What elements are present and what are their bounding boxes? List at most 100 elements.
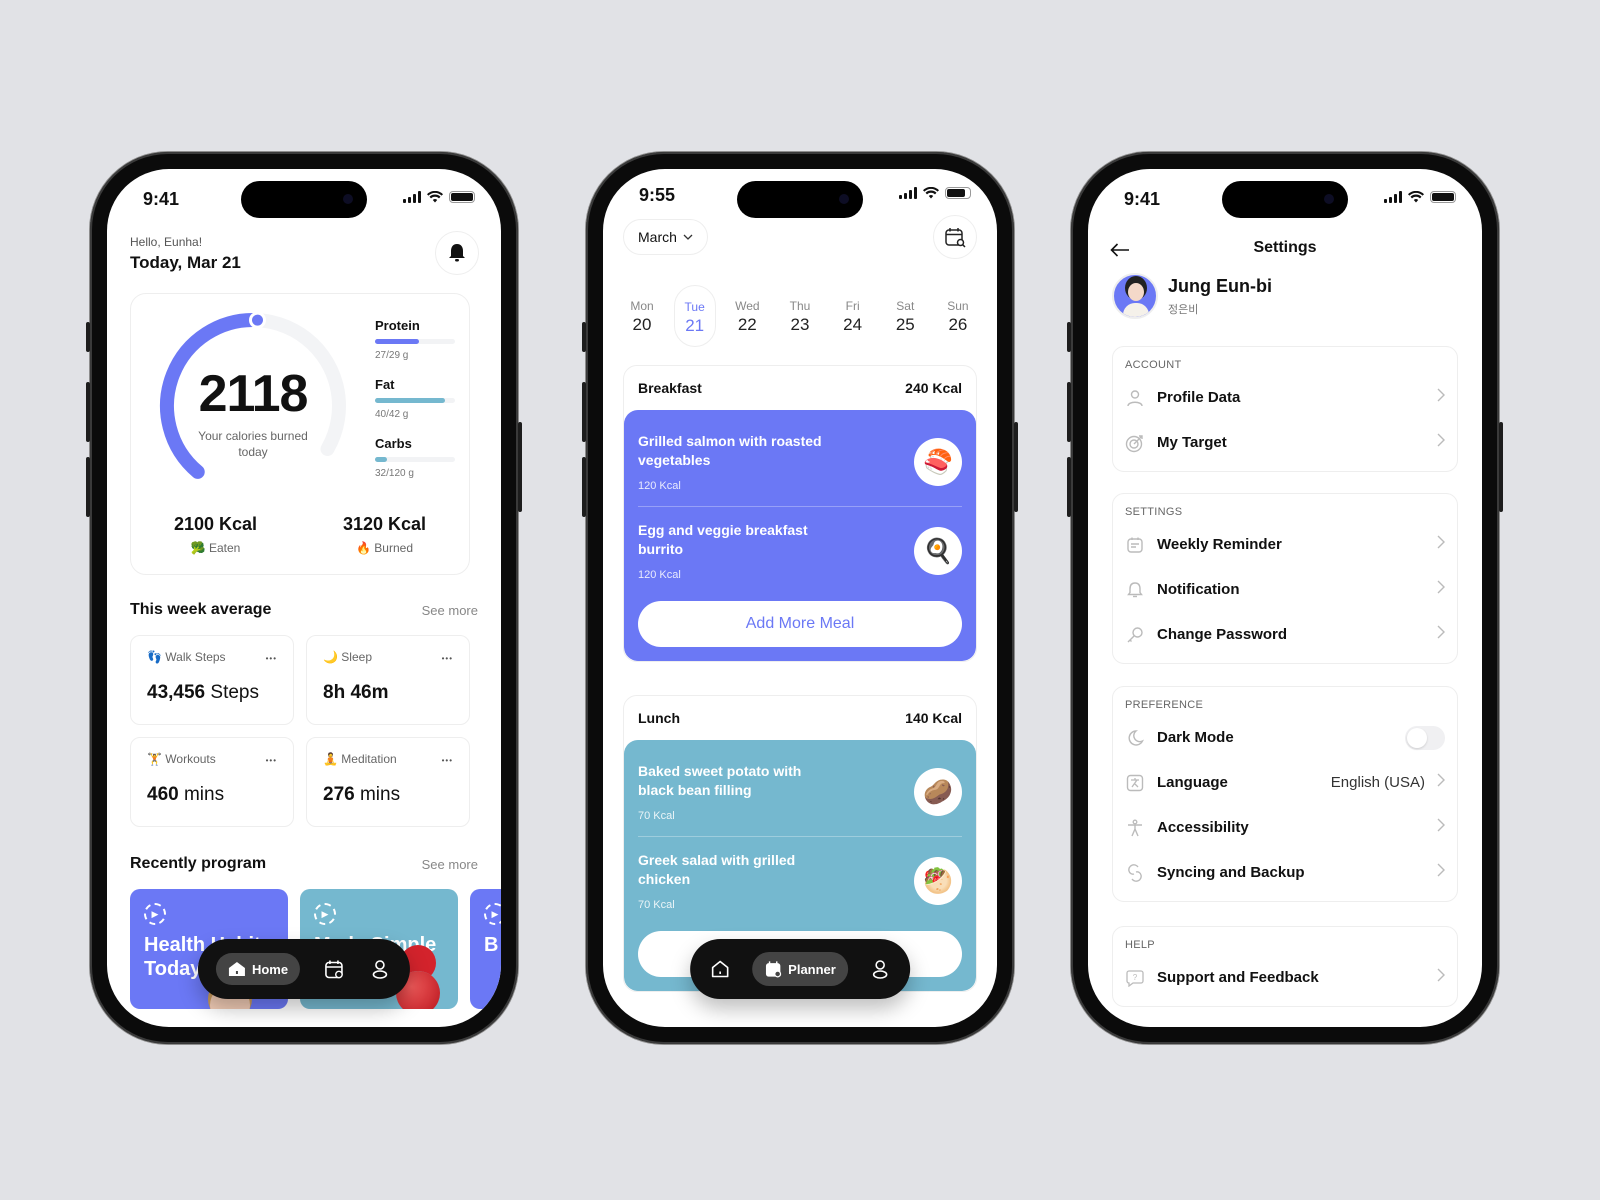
week-strip: Mon 20 Tue 21 Wed 22 Thu 23 Fri 24 Sat 25 Sun 26 xyxy=(621,285,979,347)
signal-icon xyxy=(1384,191,1402,203)
day-date: 22 xyxy=(737,315,757,334)
stat-emoji-icon: 👣 xyxy=(147,650,162,664)
settings-item-label: Dark Mode xyxy=(1157,729,1234,746)
dark-mode-toggle[interactable] xyxy=(1405,725,1445,750)
settings-item-my-target[interactable]: My Target xyxy=(1125,420,1445,465)
bottom-nav: Planner xyxy=(690,939,910,999)
stat-value-row: 460 mins xyxy=(147,784,277,806)
macro-value: 40/42 g xyxy=(375,409,409,420)
month-label: March xyxy=(638,229,677,245)
nav-profile[interactable] xyxy=(368,957,392,981)
day-wed[interactable]: Wed 22 xyxy=(726,285,768,347)
nav-profile[interactable] xyxy=(868,957,892,981)
calendar-check-icon xyxy=(325,960,343,979)
stat-label: Workouts xyxy=(165,752,216,766)
day-fri[interactable]: Fri 24 xyxy=(832,285,874,347)
day-date: 20 xyxy=(632,315,652,334)
day-name: Sat xyxy=(896,299,915,313)
stat-unit: mins xyxy=(183,784,225,805)
day-tue[interactable]: Tue 21 xyxy=(673,285,716,347)
phone-settings: 9:41 Settings Jung Eun-bi 정은비 ACCOUNT Pro… xyxy=(1067,152,1503,1044)
food-item[interactable]: Grilled salmon with roasted vegetables 12… xyxy=(638,418,962,507)
moon-icon xyxy=(1125,728,1145,748)
more-options-icon[interactable]: ••• xyxy=(266,756,277,765)
macro-carbs: Carbs 32/120 g xyxy=(375,436,455,479)
macro-value: 32/120 g xyxy=(375,468,414,479)
user-icon xyxy=(1125,388,1145,408)
stat-value-row: 43,456 Steps xyxy=(147,682,277,704)
settings-item-change-password[interactable]: Change Password xyxy=(1125,612,1445,657)
nav-home[interactable] xyxy=(708,957,732,981)
phone-home: 9:41 Hello, Eunha! Today, Mar 21 2118 Yo… xyxy=(86,152,522,1044)
nav-home[interactable]: Home xyxy=(215,953,301,985)
gauge-knob xyxy=(249,311,267,329)
settings-item-dark-mode[interactable]: Dark Mode xyxy=(1125,715,1445,760)
food-item[interactable]: Baked sweet potato with black bean filli… xyxy=(638,748,962,837)
status-time: 9:41 xyxy=(143,189,180,209)
dynamic-island xyxy=(1222,181,1348,218)
see-more-link[interactable]: See more xyxy=(422,857,478,872)
action-button xyxy=(1067,322,1071,352)
eaten-value: 2100 Kcal xyxy=(173,514,258,534)
settings-item-accessibility[interactable]: Accessibility xyxy=(1125,805,1445,850)
day-mon[interactable]: Mon 20 xyxy=(621,285,663,347)
nav-planner-label: Planner xyxy=(788,961,836,977)
nav-planner[interactable]: Planner xyxy=(752,952,848,986)
more-options-icon[interactable]: ••• xyxy=(442,756,453,765)
stat-label: Walk Steps xyxy=(165,650,226,664)
volume-down-button xyxy=(1067,457,1071,517)
settings-item-syncing-and-backup[interactable]: Syncing and Backup xyxy=(1125,850,1445,895)
settings-item-weekly-reminder[interactable]: Weekly Reminder xyxy=(1125,522,1445,567)
stat-card-walk-steps[interactable]: 👣 Walk Steps ••• 43,456 Steps xyxy=(130,635,294,725)
play-icon: ▶ xyxy=(314,903,336,925)
meal-name: Breakfast xyxy=(638,380,702,396)
settings-item-support-and-feedback[interactable]: ? Support and Feedback xyxy=(1125,955,1445,1000)
macro-protein: Protein 27/29 g xyxy=(375,318,455,361)
stat-card-meditation[interactable]: 🧘 Meditation ••• 276 mins xyxy=(306,737,470,827)
day-sat[interactable]: Sat 25 xyxy=(884,285,926,347)
settings-item-label: Change Password xyxy=(1157,626,1288,643)
stat-card-workouts[interactable]: 🏋 Workouts ••• 460 mins xyxy=(130,737,294,827)
sync-icon xyxy=(1125,863,1145,883)
day-thu[interactable]: Thu 23 xyxy=(779,285,821,347)
profile-summary[interactable]: Jung Eun-bi 정은비 xyxy=(1112,273,1272,319)
food-kcal: 70 Kcal xyxy=(638,899,675,911)
avatar xyxy=(1112,273,1158,319)
recent-program-header: Recently program See more xyxy=(130,855,478,873)
settings-item-label: Accessibility xyxy=(1157,819,1249,836)
food-item[interactable]: Egg and veggie breakfast burrito 120 Kcal… xyxy=(638,507,962,595)
macro-name: Fat xyxy=(375,377,395,392)
notification-button[interactable] xyxy=(435,231,479,275)
eaten-label: Eaten xyxy=(208,541,241,555)
more-options-icon[interactable]: ••• xyxy=(442,654,453,663)
see-more-link[interactable]: See more xyxy=(422,603,478,618)
settings-item-profile-data[interactable]: Profile Data xyxy=(1125,375,1445,420)
macro-value: 27/29 g xyxy=(375,350,409,361)
food-emoji-icon: 🍳 xyxy=(914,527,962,575)
chevron-right-icon xyxy=(1437,863,1445,882)
stat-value-row: 276 mins xyxy=(323,784,453,806)
settings-item-notification[interactable]: Notification xyxy=(1125,567,1445,612)
macro-progress-track xyxy=(375,398,455,403)
stat-value: 43,456 xyxy=(147,682,206,703)
meal-breakfast: Breakfast 240 Kcal Grilled salmon with r… xyxy=(623,365,977,662)
program-card[interactable]: ▶ B xyxy=(470,889,501,1009)
calories-card: 2118 Your calories burned today Protein 2… xyxy=(130,293,470,575)
food-item[interactable]: Greek salad with grilled chicken 70 Kcal 🥙 xyxy=(638,837,962,925)
macro-name: Carbs xyxy=(375,436,412,451)
food-kcal: 120 Kcal xyxy=(638,480,681,492)
more-options-icon[interactable]: ••• xyxy=(266,654,277,663)
stat-value-row: 8h 46m xyxy=(323,682,453,704)
settings-item-label: Profile Data xyxy=(1157,389,1241,406)
day-sun[interactable]: Sun 26 xyxy=(937,285,979,347)
stat-card-sleep[interactable]: 🌙 Sleep ••• 8h 46m xyxy=(306,635,470,725)
add-meal-button[interactable]: Add More Meal xyxy=(638,601,962,647)
food-emoji-icon: 🥙 xyxy=(914,857,962,905)
nav-planner[interactable] xyxy=(322,957,346,981)
food-name: Egg and veggie breakfast burrito xyxy=(638,522,808,557)
meal-items: Grilled salmon with roasted vegetables 12… xyxy=(624,410,976,661)
settings-item-language[interactable]: Language English (USA) xyxy=(1125,760,1445,805)
eaten-stat: 2100 Kcal 🥦 Eaten xyxy=(131,514,300,555)
food-kcal: 120 Kcal xyxy=(638,569,681,581)
chevron-right-icon xyxy=(1437,580,1445,599)
